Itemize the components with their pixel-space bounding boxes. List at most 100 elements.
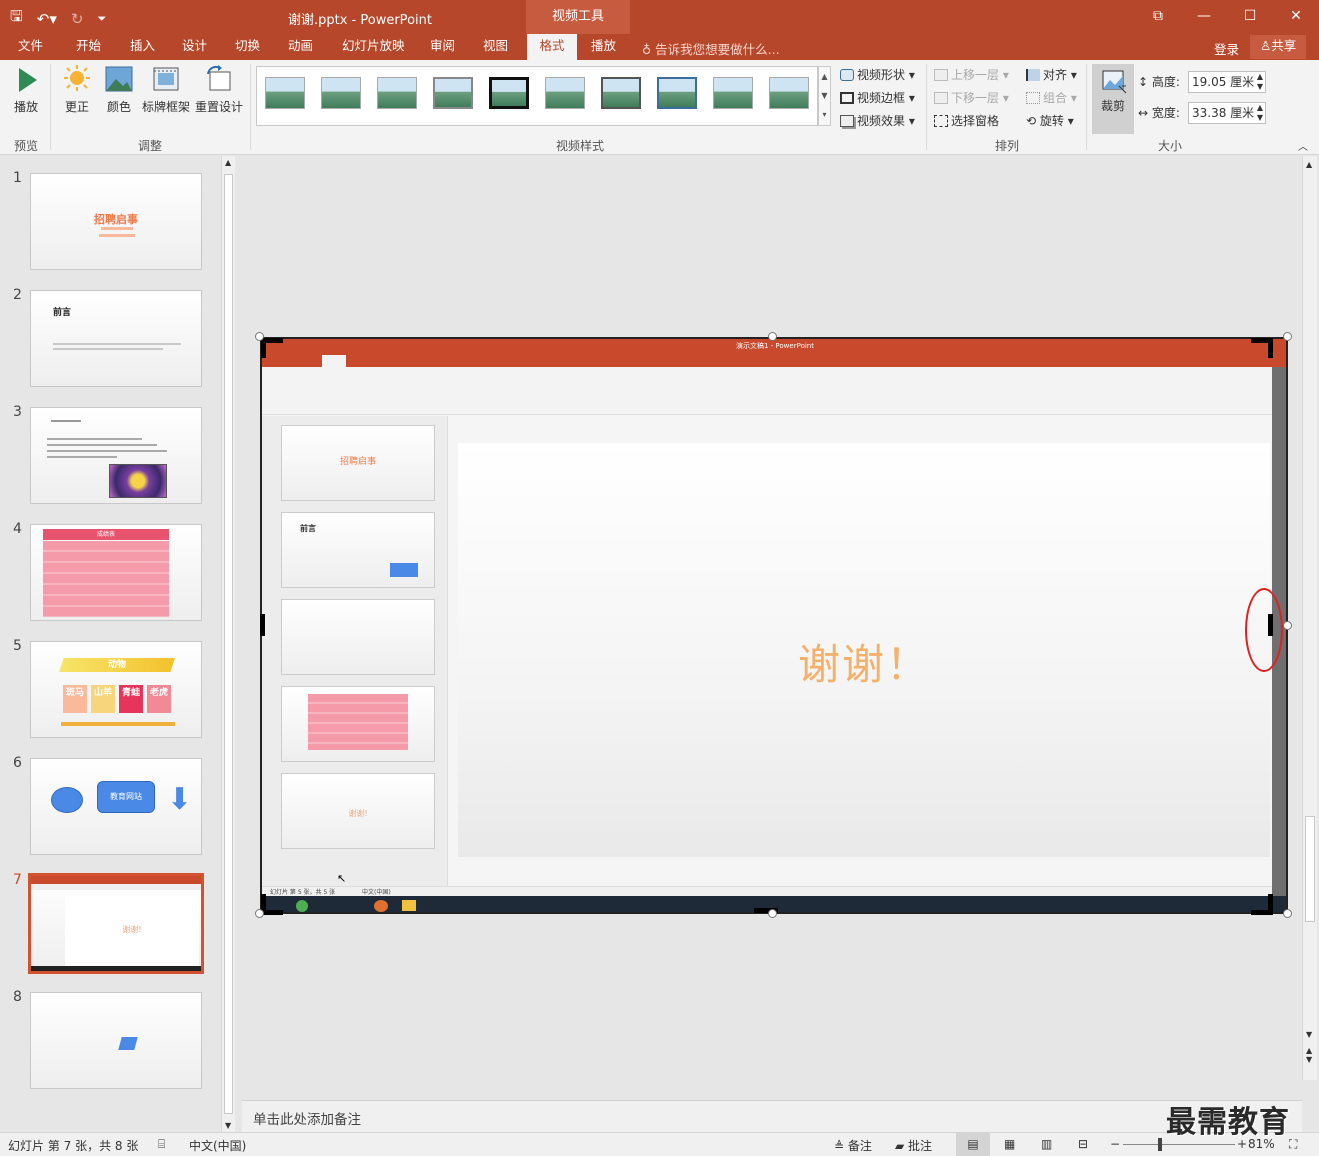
slide-thumb-6[interactable]: 教育网站 ⬇ xyxy=(30,758,202,855)
crop-handle[interactable] xyxy=(1268,338,1273,358)
slide-sorter-icon[interactable]: ▦ xyxy=(1004,1137,1015,1151)
slide-thumb-3[interactable] xyxy=(30,407,202,504)
video-style-thumb[interactable] xyxy=(545,77,585,109)
scroll-down-icon[interactable]: ▼ xyxy=(225,1121,231,1130)
send-backward-button[interactable]: 下移一层 ▾ xyxy=(934,89,1009,106)
rotate-button[interactable]: ⟲ 旋转 ▾ xyxy=(1026,112,1074,129)
tab-animations[interactable]: 动画 xyxy=(278,34,323,60)
tab-slideshow[interactable]: 幻灯片放映 xyxy=(332,34,415,60)
thumb-title: 动物 xyxy=(59,658,175,672)
tab-transitions[interactable]: 切换 xyxy=(225,34,270,60)
tell-me-box[interactable]: ♁ 告诉我您想要做什么... xyxy=(642,39,780,58)
width-label: ↔ 宽度: xyxy=(1138,104,1180,121)
scroll-thumb[interactable] xyxy=(224,174,233,1114)
resize-handle[interactable] xyxy=(255,332,264,341)
slide-thumb-5[interactable]: 动物 斑马 山羊 青蛙 老虎 xyxy=(30,641,202,738)
video-thumb-table xyxy=(308,694,408,750)
resize-handle[interactable] xyxy=(768,909,777,918)
corrections-button[interactable]: 更正 xyxy=(60,64,94,115)
video-style-thumb[interactable] xyxy=(265,77,305,109)
slide-thumb-8[interactable] xyxy=(30,992,202,1089)
maximize-button[interactable]: ☐ xyxy=(1227,0,1273,34)
normal-view-icon[interactable]: ▤ xyxy=(956,1133,990,1156)
tab-view[interactable]: 视图 xyxy=(473,34,518,60)
scroll-thumb[interactable] xyxy=(1305,816,1315,922)
minimize-button[interactable]: — xyxy=(1181,0,1227,34)
resize-handle[interactable] xyxy=(255,909,264,918)
customize-qat-icon[interactable]: ⏷ xyxy=(97,12,106,26)
slide-thumb-4[interactable]: 成绩表 xyxy=(30,524,202,621)
poster-frame-button[interactable]: 标牌框架 xyxy=(140,64,192,115)
slideshow-icon[interactable]: ⊟ xyxy=(1078,1137,1088,1151)
fit-to-window-icon[interactable]: ⛶ xyxy=(1289,1137,1297,1152)
zoom-slider-thumb[interactable] xyxy=(1158,1138,1162,1151)
notes-pane[interactable]: 单击此处添加备注 xyxy=(242,1100,1302,1132)
zoom-out-icon[interactable]: − xyxy=(1110,1137,1120,1151)
zoom-slider[interactable] xyxy=(1123,1144,1235,1145)
video-style-thumb[interactable] xyxy=(321,77,361,109)
video-border-button[interactable]: 视频边框 ▾ xyxy=(840,89,915,106)
crop-handle[interactable] xyxy=(1268,894,1273,914)
video-effects-button[interactable]: 视频效果 ▾ xyxy=(840,112,915,129)
collapse-ribbon-icon[interactable]: ︿ xyxy=(1298,138,1308,153)
video-style-thumb[interactable] xyxy=(489,77,529,109)
close-button[interactable]: ✕ xyxy=(1273,0,1319,34)
video-style-thumb[interactable] xyxy=(769,77,809,109)
tab-insert[interactable]: 插入 xyxy=(120,34,165,60)
video-style-thumb[interactable] xyxy=(657,77,697,109)
video-object[interactable]: 演示文稿1 - PowerPoint 招聘启事 前言 谢谢! 谢谢！ 幻灯片 第… xyxy=(260,337,1288,914)
editor-scrollbar[interactable]: ▲ ▼ ▲ ▼ xyxy=(1302,156,1317,1080)
scroll-down-icon[interactable]: ▼ xyxy=(1306,1030,1312,1039)
video-style-thumb[interactable] xyxy=(713,77,753,109)
notes-toggle[interactable]: ≜ 备注 xyxy=(834,1137,872,1154)
tab-review[interactable]: 审阅 xyxy=(420,34,465,60)
width-input[interactable]: 33.38 厘米 ▲ ▼ xyxy=(1188,102,1266,124)
share-label: 共享 xyxy=(1271,38,1297,53)
slide-thumb-2[interactable]: 前言 xyxy=(30,290,202,387)
language-indicator[interactable]: 中文(中国) xyxy=(189,1137,246,1154)
reset-design-button[interactable]: 重置设计 xyxy=(194,64,244,115)
bring-forward-button[interactable]: 上移一层 ▾ xyxy=(934,66,1009,83)
share-button[interactable]: ♙共享 xyxy=(1250,35,1307,59)
comments-toggle[interactable]: ▰ 批注 xyxy=(895,1137,932,1154)
slide-thumb-7[interactable]: 谢谢! xyxy=(28,873,204,974)
tab-design[interactable]: 设计 xyxy=(172,34,217,60)
video-shape-button[interactable]: 视频形状 ▾ xyxy=(840,66,915,83)
video-style-thumb[interactable] xyxy=(433,77,473,109)
thumbnail-scrollbar[interactable]: ▲ ▼ xyxy=(221,156,235,1132)
color-button[interactable]: 颜色 xyxy=(102,64,136,115)
undo-icon[interactable]: ↶▾ xyxy=(37,10,57,28)
resize-handle[interactable] xyxy=(1283,621,1292,630)
video-style-thumb[interactable] xyxy=(377,77,417,109)
tab-format[interactable]: 格式 xyxy=(527,34,577,60)
group-button[interactable]: 组合 ▾ xyxy=(1026,89,1077,106)
prev-slide-icon[interactable]: ▲ ▼ xyxy=(1306,1046,1312,1064)
slide-thumb-1[interactable]: 招聘启事 xyxy=(30,173,202,270)
reading-view-icon[interactable]: ▥ xyxy=(1041,1137,1052,1151)
redo-icon[interactable]: ↻ xyxy=(71,10,84,28)
tab-file[interactable]: 文件 xyxy=(8,34,53,60)
crop-button[interactable]: 裁剪 xyxy=(1092,64,1134,134)
resize-handle[interactable] xyxy=(768,332,777,341)
ribbon-display-options-icon[interactable]: ⧉ xyxy=(1135,0,1181,34)
crop-handle[interactable] xyxy=(260,614,265,636)
align-button[interactable]: 对齐 ▾ xyxy=(1026,66,1077,83)
save-icon[interactable]: 🖫 xyxy=(10,6,23,31)
video-ribbon xyxy=(262,367,1286,415)
crop-handle[interactable] xyxy=(261,338,266,358)
spinner-icon[interactable]: ▲ ▼ xyxy=(1257,103,1263,123)
resize-handle[interactable] xyxy=(1283,909,1292,918)
resize-handle[interactable] xyxy=(1283,332,1292,341)
spellcheck-icon[interactable]: ⌸ xyxy=(158,1137,165,1152)
scroll-up-icon[interactable]: ▲ xyxy=(225,158,231,167)
spinner-icon[interactable]: ▲ ▼ xyxy=(1257,72,1263,92)
gallery-scroll[interactable]: ▲ ▼ ▾ xyxy=(818,66,831,126)
login-link[interactable]: 登录 xyxy=(1214,39,1239,58)
scroll-up-icon[interactable]: ▲ xyxy=(1306,160,1312,169)
tab-playback[interactable]: 播放 xyxy=(581,34,626,60)
video-style-thumb[interactable] xyxy=(601,77,641,109)
height-input[interactable]: 19.05 厘米 ▲ ▼ xyxy=(1188,71,1266,93)
tab-home[interactable]: 开始 xyxy=(66,34,111,60)
selection-pane-button[interactable]: 选择窗格 xyxy=(934,112,999,129)
play-button[interactable]: 播放 xyxy=(10,64,42,115)
